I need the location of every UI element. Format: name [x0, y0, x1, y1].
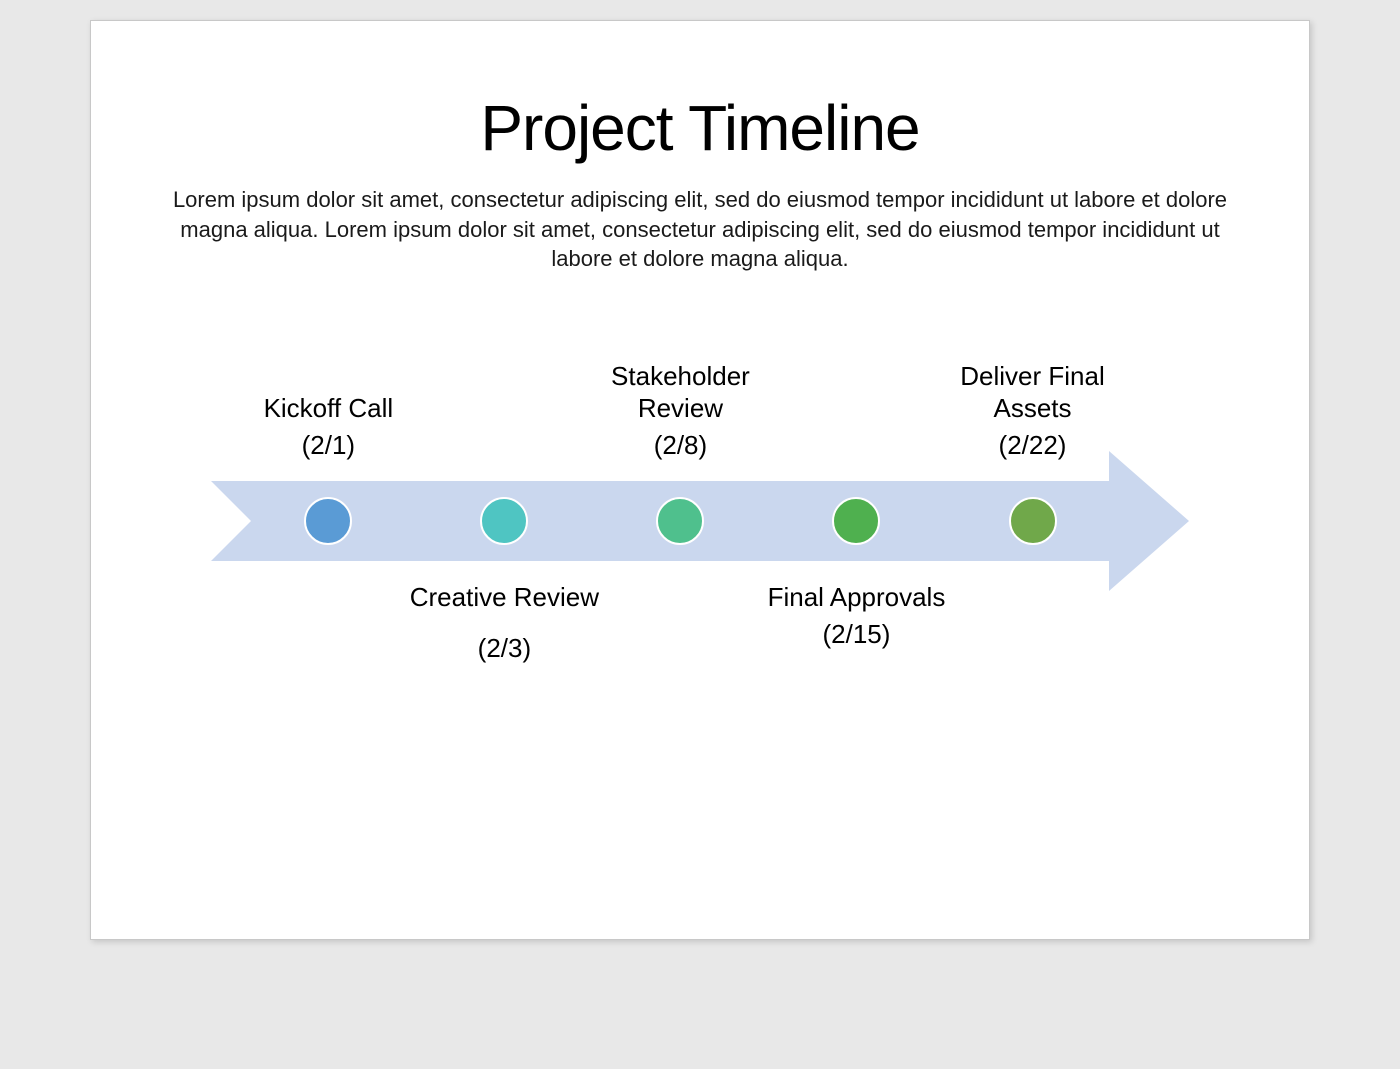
timeline-arrow-head — [1109, 451, 1189, 591]
milestone-dot — [1009, 497, 1057, 545]
milestone-date: (2/22) — [923, 429, 1143, 462]
milestone-date: (2/8) — [570, 429, 790, 462]
slide-subtitle: Lorem ipsum dolor sit amet, consectetur … — [171, 185, 1229, 274]
milestone-name: Deliver Final Assets — [923, 360, 1143, 425]
milestone-date: (2/15) — [746, 618, 966, 651]
milestone-label: Stakeholder Review (2/8) — [570, 360, 790, 462]
milestone-label: Creative Review (2/3) — [394, 581, 614, 664]
timeline-arrow-notch — [211, 481, 251, 561]
milestone-label: Kickoff Call (2/1) — [218, 392, 438, 461]
milestone-dot — [832, 497, 880, 545]
milestone-dot — [480, 497, 528, 545]
milestone-dot — [656, 497, 704, 545]
milestone-date: (2/1) — [218, 429, 438, 462]
slide-canvas: Project Timeline Lorem ipsum dolor sit a… — [90, 20, 1310, 940]
milestone-label: Deliver Final Assets (2/22) — [923, 360, 1143, 462]
milestone-name: Final Approvals — [746, 581, 966, 614]
milestone-name: Stakeholder Review — [570, 360, 790, 425]
milestone-dot — [304, 497, 352, 545]
timeline: Kickoff Call(2/1)Creative Review(2/3)Sta… — [211, 481, 1189, 561]
milestone-name: Creative Review — [394, 581, 614, 614]
milestone-name: Kickoff Call — [218, 392, 438, 425]
milestone-label: Final Approvals (2/15) — [746, 581, 966, 650]
slide-title: Project Timeline — [171, 91, 1229, 165]
milestone-date: (2/3) — [394, 632, 614, 665]
